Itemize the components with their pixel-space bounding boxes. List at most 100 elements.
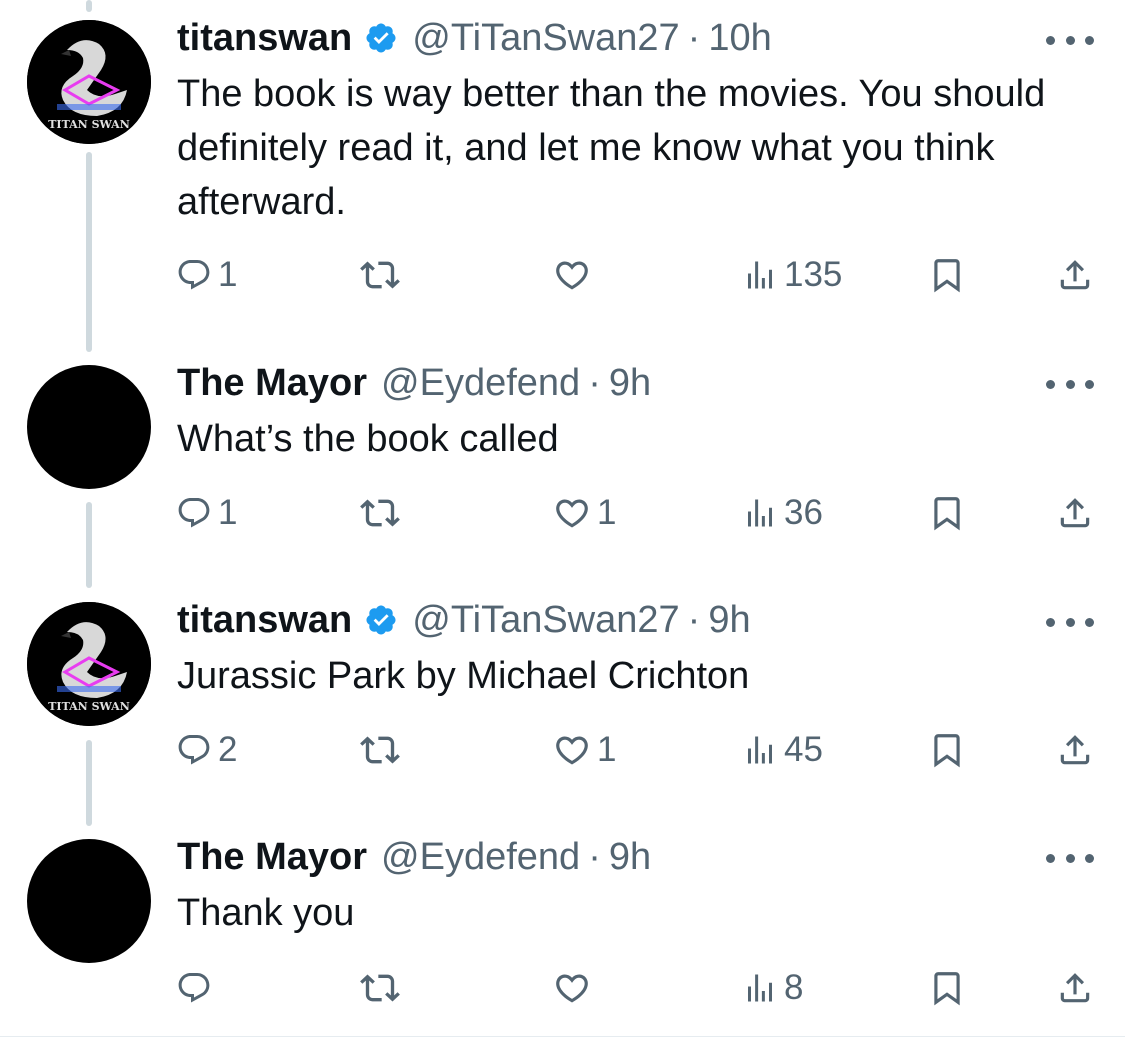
avatar-label: TITAN SWAN <box>48 700 130 713</box>
retweet-icon <box>360 261 400 289</box>
avatar[interactable] <box>27 839 151 963</box>
like-button[interactable] <box>553 250 597 300</box>
action-bar: 8 <box>0 963 1125 1013</box>
reply-count: 2 <box>218 730 238 769</box>
tweet-text: What’s the book called <box>177 418 559 460</box>
tweet-text: Thank you <box>177 892 355 934</box>
share-icon <box>1060 498 1090 528</box>
divider <box>0 1036 1125 1037</box>
views-count: 36 <box>784 493 823 532</box>
views-icon <box>748 974 772 1002</box>
timestamp[interactable]: 10h <box>708 16 771 60</box>
heart-icon <box>556 499 588 528</box>
action-bar: 1 135 <box>0 250 1125 300</box>
like-button[interactable]: 1 <box>553 488 616 538</box>
bookmark-button[interactable] <box>928 725 966 775</box>
handle[interactable]: @TiTanSwan27 <box>412 598 679 642</box>
retweet-button[interactable] <box>360 488 406 538</box>
views-button[interactable]: 45 <box>742 725 823 775</box>
views-count: 135 <box>784 255 843 294</box>
more-icon[interactable] <box>1046 848 1094 868</box>
retweet-icon <box>360 499 400 527</box>
views-icon <box>748 499 772 527</box>
reply-button[interactable]: 2 <box>176 725 237 775</box>
reply-thread: TITAN SWAN titanswan @TiTanSwan27 · 10h … <box>0 0 1125 1040</box>
more-icon[interactable] <box>1046 374 1094 394</box>
display-name[interactable]: The Mayor <box>177 835 367 879</box>
retweet-button[interactable] <box>360 250 406 300</box>
separator: · <box>588 836 601 878</box>
retweet-icon <box>360 974 400 1002</box>
reply-icon <box>178 498 210 528</box>
like-button[interactable]: 1 <box>553 725 616 775</box>
more-icon[interactable] <box>1046 30 1094 50</box>
views-button[interactable]: 36 <box>742 488 823 538</box>
retweet-icon <box>360 736 400 764</box>
views-icon <box>748 261 772 289</box>
verified-badge-icon <box>366 23 396 53</box>
bookmark-icon <box>934 259 960 293</box>
share-icon <box>1060 735 1090 765</box>
views-count: 8 <box>784 968 804 1007</box>
handle[interactable]: @Eydefend <box>381 361 580 405</box>
like-count: 1 <box>597 730 617 769</box>
views-button[interactable]: 8 <box>742 963 803 1013</box>
display-name[interactable]: titanswan <box>177 598 352 642</box>
reply-button[interactable]: 1 <box>176 488 237 538</box>
timestamp[interactable]: 9h <box>708 598 750 642</box>
separator: · <box>588 362 601 404</box>
action-bar: 2 1 45 <box>0 725 1125 775</box>
tweet-header: titanswan @TiTanSwan27 · 9h <box>177 598 751 642</box>
retweet-button[interactable] <box>360 963 406 1013</box>
handle[interactable]: @TiTanSwan27 <box>412 16 679 60</box>
views-count: 45 <box>784 730 823 769</box>
action-bar: 1 1 36 <box>0 488 1125 538</box>
bookmark-button[interactable] <box>928 963 966 1013</box>
display-name[interactable]: The Mayor <box>177 361 367 405</box>
retweet-button[interactable] <box>360 725 406 775</box>
share-button[interactable] <box>1056 250 1094 300</box>
share-icon <box>1060 973 1090 1003</box>
reply-icon <box>178 973 210 1003</box>
display-name[interactable]: titanswan <box>177 16 352 60</box>
separator: · <box>687 599 701 641</box>
tweet-header: The Mayor @Eydefend · 9h <box>177 361 651 405</box>
reply-count: 1 <box>218 493 238 532</box>
timestamp[interactable]: 9h <box>609 361 651 405</box>
avatar[interactable] <box>27 365 151 489</box>
like-count: 1 <box>597 493 617 532</box>
timestamp[interactable]: 9h <box>609 835 651 879</box>
handle[interactable]: @Eydefend <box>381 835 580 879</box>
reply-icon <box>178 260 210 290</box>
views-button[interactable]: 135 <box>742 250 842 300</box>
tweet-text: The book is way better than the movies. … <box>177 73 1046 223</box>
tweet-header: titanswan @TiTanSwan27 · 10h <box>177 16 772 60</box>
bookmark-icon <box>934 734 960 768</box>
heart-icon <box>556 974 588 1003</box>
heart-icon <box>556 261 588 290</box>
avatar[interactable]: TITAN SWAN <box>27 602 151 726</box>
like-button[interactable] <box>553 963 597 1013</box>
avatar[interactable]: TITAN SWAN <box>27 20 151 144</box>
tweet-header: The Mayor @Eydefend · 9h <box>177 835 651 879</box>
heart-icon <box>556 736 588 765</box>
tweet-text: Jurassic Park by Michael Crichton <box>177 655 750 697</box>
share-button[interactable] <box>1056 488 1094 538</box>
bookmark-button[interactable] <box>928 488 966 538</box>
reply-icon <box>178 735 210 765</box>
share-button[interactable] <box>1056 963 1094 1013</box>
share-icon <box>1060 260 1090 290</box>
views-icon <box>748 736 772 764</box>
share-button[interactable] <box>1056 725 1094 775</box>
bookmark-icon <box>934 497 960 531</box>
reply-button[interactable]: 1 <box>176 250 237 300</box>
bookmark-button[interactable] <box>928 250 966 300</box>
bookmark-icon <box>934 972 960 1006</box>
reply-count: 1 <box>218 255 238 294</box>
more-icon[interactable] <box>1046 612 1094 632</box>
verified-badge-icon <box>366 605 396 635</box>
thread-line <box>86 0 92 12</box>
reply-button[interactable] <box>176 963 218 1013</box>
separator: · <box>687 17 701 59</box>
avatar-label: TITAN SWAN <box>48 118 130 131</box>
